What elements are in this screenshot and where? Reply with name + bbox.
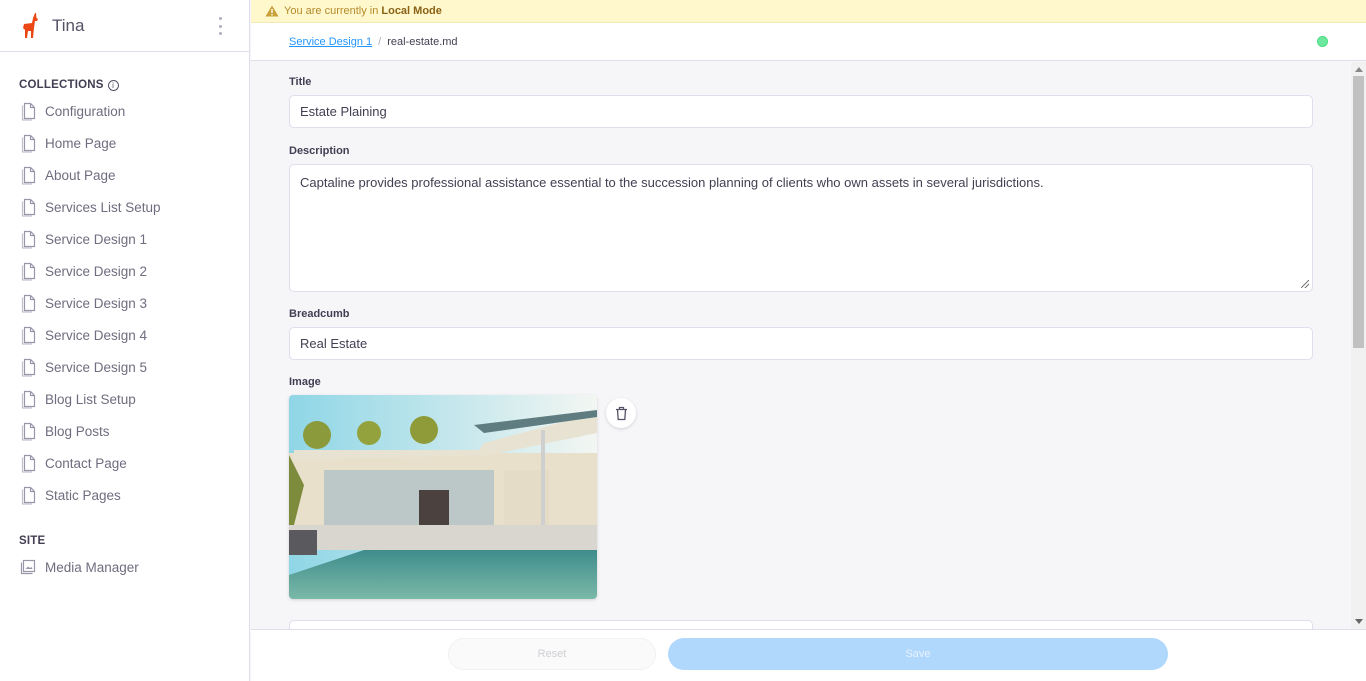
trash-icon — [615, 406, 627, 420]
breadcrumb-separator: / — [378, 35, 382, 48]
title-field: Title Estate Plaining — [289, 76, 1313, 128]
document-icon — [21, 422, 36, 441]
document-icon — [21, 390, 36, 409]
description-field: Description Captaline provides professio… — [289, 145, 1313, 292]
document-icon — [21, 486, 36, 505]
next-field — [289, 620, 1313, 629]
local-mode-banner: You are currently in Local Mode — [251, 0, 1366, 23]
sidebar-item-label: Service Design 1 — [45, 231, 148, 247]
document-icon — [21, 358, 36, 377]
sidebar-item-service-design-2[interactable]: Service Design 2 — [0, 255, 249, 287]
sidebar-item-label: Media Manager — [45, 559, 139, 575]
sidebar-item-label: Contact Page — [45, 455, 127, 471]
scroll-down-arrow[interactable] — [1355, 619, 1363, 624]
scroll-up-arrow[interactable] — [1355, 67, 1363, 72]
status-indicator — [1317, 36, 1328, 47]
sidebar-item-label: Service Design 4 — [45, 327, 148, 343]
site-list: Media Manager — [0, 551, 249, 583]
house-image — [289, 395, 597, 599]
breadcrumb-input[interactable]: Real Estate — [289, 327, 1313, 360]
app-title: Tina — [52, 15, 85, 35]
image-preview[interactable] — [289, 395, 597, 599]
description-label: Description — [289, 145, 350, 157]
document-icon — [21, 166, 36, 185]
sidebar-item-label: Blog Posts — [45, 423, 110, 439]
reset-button[interactable]: Reset — [448, 638, 656, 670]
sidebar-item-label: Services List Setup — [45, 199, 161, 215]
sidebar-item-service-design-4[interactable]: Service Design 4 — [0, 319, 249, 351]
sidebar-item-label: About Page — [45, 167, 116, 183]
save-button[interactable]: Save — [668, 638, 1168, 670]
document-icon — [21, 230, 36, 249]
sidebar-item-home-page[interactable]: Home Page — [0, 127, 249, 159]
sidebar-item-media-manager[interactable]: Media Manager — [0, 551, 249, 583]
breadcrumb: Service Design 1 / real-estate.md — [251, 23, 1366, 61]
sidebar-item-service-design-3[interactable]: Service Design 3 — [0, 287, 249, 319]
title-input[interactable]: Estate Plaining — [289, 95, 1313, 128]
breadcrumb-current: real-estate.md — [387, 35, 458, 48]
form-content: Title Estate Plaining Description Captal… — [251, 62, 1366, 629]
sidebar-header: Tina — [0, 0, 249, 52]
sidebar-item-configuration[interactable]: Configuration — [0, 95, 249, 127]
sidebar-item-blog-list-setup[interactable]: Blog List Setup — [0, 383, 249, 415]
sidebar-item-contact-page[interactable]: Contact Page — [0, 447, 249, 479]
resize-handle[interactable] — [1301, 280, 1309, 288]
sidebar-item-label: Home Page — [45, 135, 117, 151]
sidebar-item-label: Blog List Setup — [45, 391, 136, 407]
main-panel: You are currently in Local Mode Service … — [251, 0, 1366, 681]
warning-icon — [265, 5, 279, 17]
site-title: SITE — [19, 535, 46, 547]
description-textarea[interactable]: Captaline provides professional assistan… — [289, 164, 1313, 292]
sidebar-item-services-list-setup[interactable]: Services List Setup — [0, 191, 249, 223]
breadcrumb-parent-link[interactable]: Service Design 1 — [289, 36, 372, 48]
image-icon — [20, 559, 36, 575]
delete-image-button[interactable] — [606, 398, 636, 428]
info-icon[interactable]: i — [107, 79, 119, 91]
sidebar-item-label: Static Pages — [45, 487, 121, 503]
breadcrumb-label: Breadcumb — [289, 308, 350, 320]
site-heading: SITE — [19, 535, 249, 547]
sidebar-item-service-design-5[interactable]: Service Design 5 — [0, 351, 249, 383]
document-icon — [21, 198, 36, 217]
document-icon — [21, 294, 36, 313]
collections-heading: COLLECTIONS i — [19, 79, 249, 91]
sidebar-item-label: Configuration — [45, 103, 126, 119]
sidebar-item-label: Service Design 3 — [45, 295, 148, 311]
sidebar-item-about-page[interactable]: About Page — [0, 159, 249, 191]
banner-mode: Local Mode — [381, 5, 442, 17]
scroll-thumb[interactable] — [1353, 76, 1364, 348]
sidebar-item-label: Service Design 2 — [45, 263, 148, 279]
document-icon — [21, 326, 36, 345]
kebab-icon[interactable] — [213, 17, 227, 35]
document-icon — [21, 102, 36, 121]
description-text: Captaline provides professional assistan… — [300, 175, 1044, 190]
form-footer: Reset Save — [251, 629, 1366, 681]
banner-text: You are currently in — [284, 5, 379, 17]
sidebar-item-blog-posts[interactable]: Blog Posts — [0, 415, 249, 447]
collections-list: Configuration Home Page About Page Services… — [0, 95, 249, 511]
sidebar: Tina COLLECTIONS i Configuration Home Pag… — [0, 0, 250, 681]
document-icon — [21, 262, 36, 281]
title-label: Title — [289, 76, 312, 88]
document-icon — [21, 454, 36, 473]
llama-icon — [23, 12, 38, 38]
scrollbar[interactable] — [1351, 62, 1366, 629]
image-field: Image — [289, 376, 1313, 599]
sidebar-item-static-pages[interactable]: Static Pages — [0, 479, 249, 511]
sidebar-item-label: Service Design 5 — [45, 359, 148, 375]
collections-title: COLLECTIONS — [19, 79, 104, 91]
breadcrumb-field: Breadcumb Real Estate — [289, 308, 1313, 360]
sidebar-item-service-design-1[interactable]: Service Design 1 — [0, 223, 249, 255]
document-icon — [21, 134, 36, 153]
image-label: Image — [289, 376, 321, 388]
